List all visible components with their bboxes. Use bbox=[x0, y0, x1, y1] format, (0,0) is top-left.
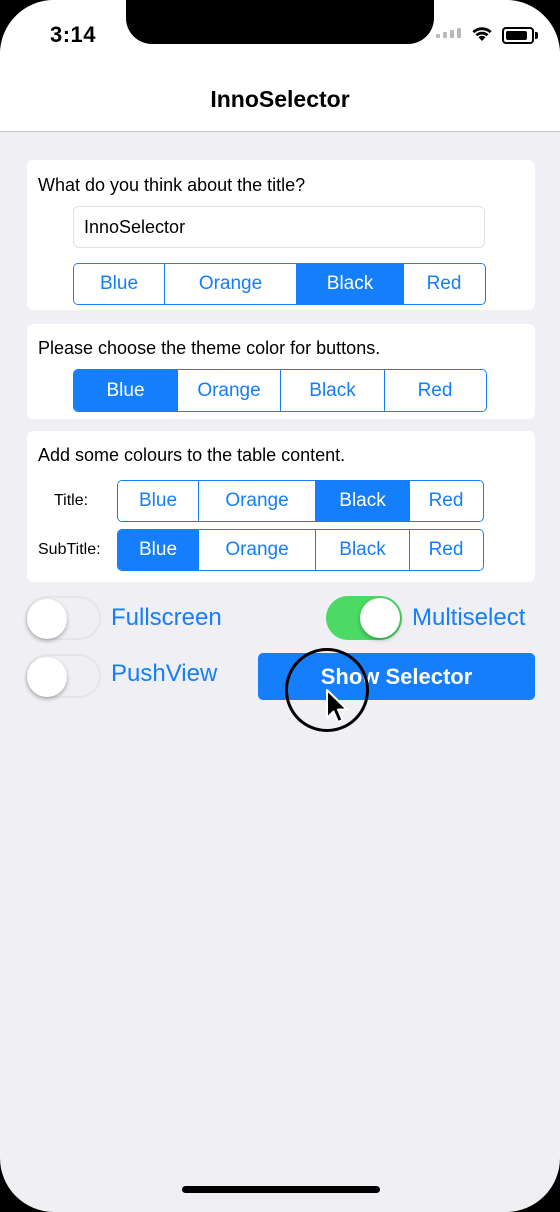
title-color-segmented-control: Blue Orange Black Red bbox=[73, 263, 486, 305]
table-subtitle-option-orange[interactable]: Orange bbox=[199, 530, 316, 570]
fullscreen-label: Fullscreen bbox=[111, 604, 222, 631]
title-row-label: Title: bbox=[54, 492, 89, 509]
theme-color-segmented-control: Blue Orange Black Red bbox=[73, 369, 487, 412]
theme-color-option-orange[interactable]: Orange bbox=[178, 370, 281, 411]
cellular-signal-icon bbox=[436, 28, 461, 38]
table-content-color-card: Add some colours to the table content. T… bbox=[27, 431, 535, 582]
subtitle-row-label: SubTitle: bbox=[38, 541, 101, 558]
multiselect-label: Multiselect bbox=[412, 604, 526, 631]
home-indicator bbox=[182, 1186, 380, 1193]
title-settings-card: What do you think about the title? Blue … bbox=[27, 160, 535, 310]
pushview-label: PushView bbox=[111, 660, 218, 687]
wifi-icon bbox=[472, 27, 492, 41]
navigation-bar: InnoSelector bbox=[0, 78, 560, 132]
multiselect-toggle[interactable] bbox=[326, 596, 402, 640]
device-notch bbox=[126, 0, 434, 44]
mouse-pointer-icon bbox=[326, 689, 348, 723]
title-color-option-orange[interactable]: Orange bbox=[165, 264, 297, 304]
nav-title: InnoSelector bbox=[210, 86, 350, 112]
app-screen: 3:14 InnoSelector What do you think abou… bbox=[0, 0, 560, 1212]
theme-color-option-red[interactable]: Red bbox=[385, 370, 485, 411]
theme-color-card: Please choose the theme color for button… bbox=[27, 324, 535, 419]
fullscreen-toggle[interactable] bbox=[25, 596, 101, 640]
table-title-option-black[interactable]: Black bbox=[316, 481, 410, 521]
table-title-option-blue[interactable]: Blue bbox=[118, 481, 199, 521]
battery-icon bbox=[502, 27, 538, 44]
table-subtitle-option-blue[interactable]: Blue bbox=[118, 530, 199, 570]
table-title-option-red[interactable]: Red bbox=[410, 481, 482, 521]
title-color-option-red[interactable]: Red bbox=[404, 264, 484, 304]
multiselect-toggle-knob bbox=[360, 598, 400, 638]
pushview-toggle-knob bbox=[27, 657, 67, 697]
table-subtitle-option-black[interactable]: Black bbox=[316, 530, 410, 570]
title-question-label: What do you think about the title? bbox=[38, 175, 306, 195]
theme-color-option-black[interactable]: Black bbox=[281, 370, 385, 411]
status-bar: 3:14 bbox=[0, 0, 560, 78]
title-color-option-blue[interactable]: Blue bbox=[74, 264, 165, 304]
theme-color-option-blue[interactable]: Blue bbox=[74, 370, 178, 411]
pushview-toggle[interactable] bbox=[25, 654, 101, 698]
theme-question-label: Please choose the theme color for button… bbox=[38, 338, 381, 358]
title-text-field[interactable] bbox=[73, 206, 485, 248]
status-time: 3:14 bbox=[50, 22, 97, 47]
table-subtitle-color-segmented-control: Blue Orange Black Red bbox=[117, 529, 484, 571]
table-subtitle-option-red[interactable]: Red bbox=[410, 530, 482, 570]
fullscreen-toggle-knob bbox=[27, 599, 67, 639]
table-title-option-orange[interactable]: Orange bbox=[199, 481, 316, 521]
content-question-label: Add some colours to the table content. bbox=[38, 445, 346, 465]
title-color-option-black[interactable]: Black bbox=[297, 264, 404, 304]
table-title-color-segmented-control: Blue Orange Black Red bbox=[117, 480, 484, 522]
